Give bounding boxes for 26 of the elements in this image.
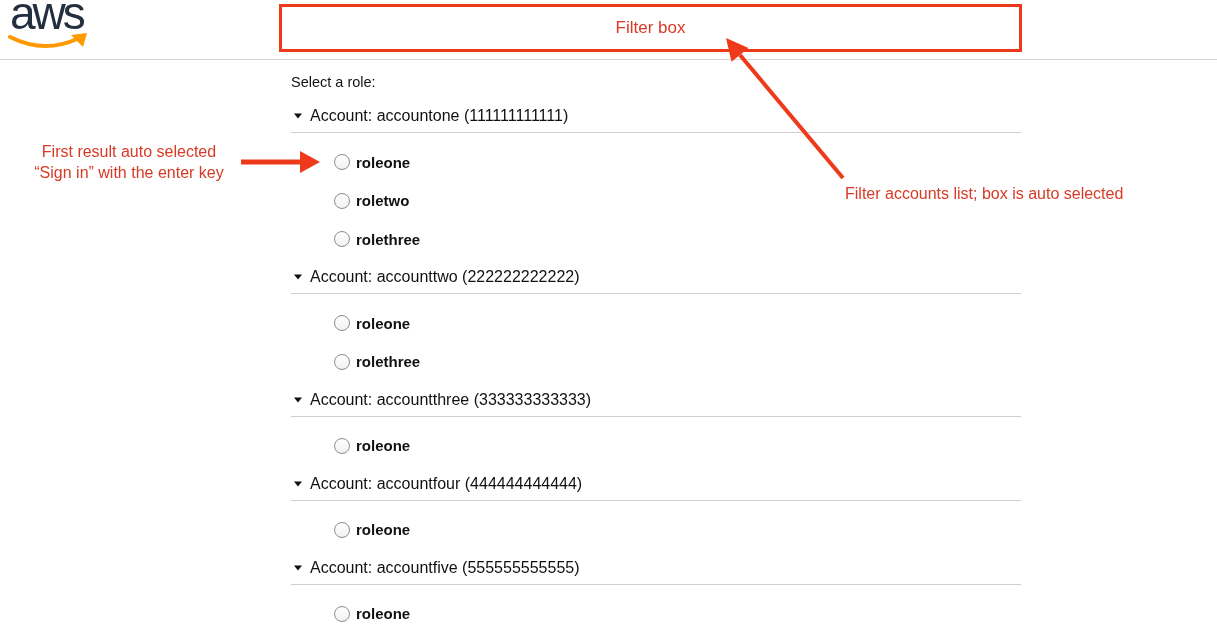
account-header[interactable]: Account: accountthree (333333333333) [291,389,1021,417]
role-option[interactable]: roleone [334,519,411,540]
radio-button[interactable] [334,353,350,370]
account-header[interactable]: Account: accountfive (555555555555) [291,557,1021,585]
radio-button[interactable] [334,231,350,247]
radio-button[interactable] [334,605,350,622]
radio-button[interactable] [334,437,350,454]
account-header[interactable]: Account: accountfour (444444444444) [291,473,1021,501]
radio-button[interactable] [334,154,350,170]
account-header[interactable]: Account: accountone (111111111111) [291,106,1021,133]
account-header[interactable]: Account: accounttwo (222222222222) [291,267,1021,294]
role-option[interactable]: rolethree [334,229,421,249]
role-option[interactable]: roleone [334,435,411,456]
role-option[interactable]: roleone [334,313,411,333]
role-option[interactable]: roleone [334,152,411,172]
role-option[interactable]: roletwo [334,190,410,211]
radio-button[interactable] [334,192,350,209]
role-option[interactable]: roleone [334,603,411,624]
annotation-text: First result auto selected “Sign in” with the enter key [33,142,225,183]
radio-button[interactable] [334,521,350,538]
logo: aws [8,0,88,50]
prompt-text: Select a role: [291,73,377,91]
radio-button[interactable] [334,315,350,331]
annotation-text: Filter accounts list; box is auto selected [845,184,1124,204]
role-option[interactable]: rolethree [334,351,421,372]
filter-box[interactable]: Filter box [279,4,1022,52]
